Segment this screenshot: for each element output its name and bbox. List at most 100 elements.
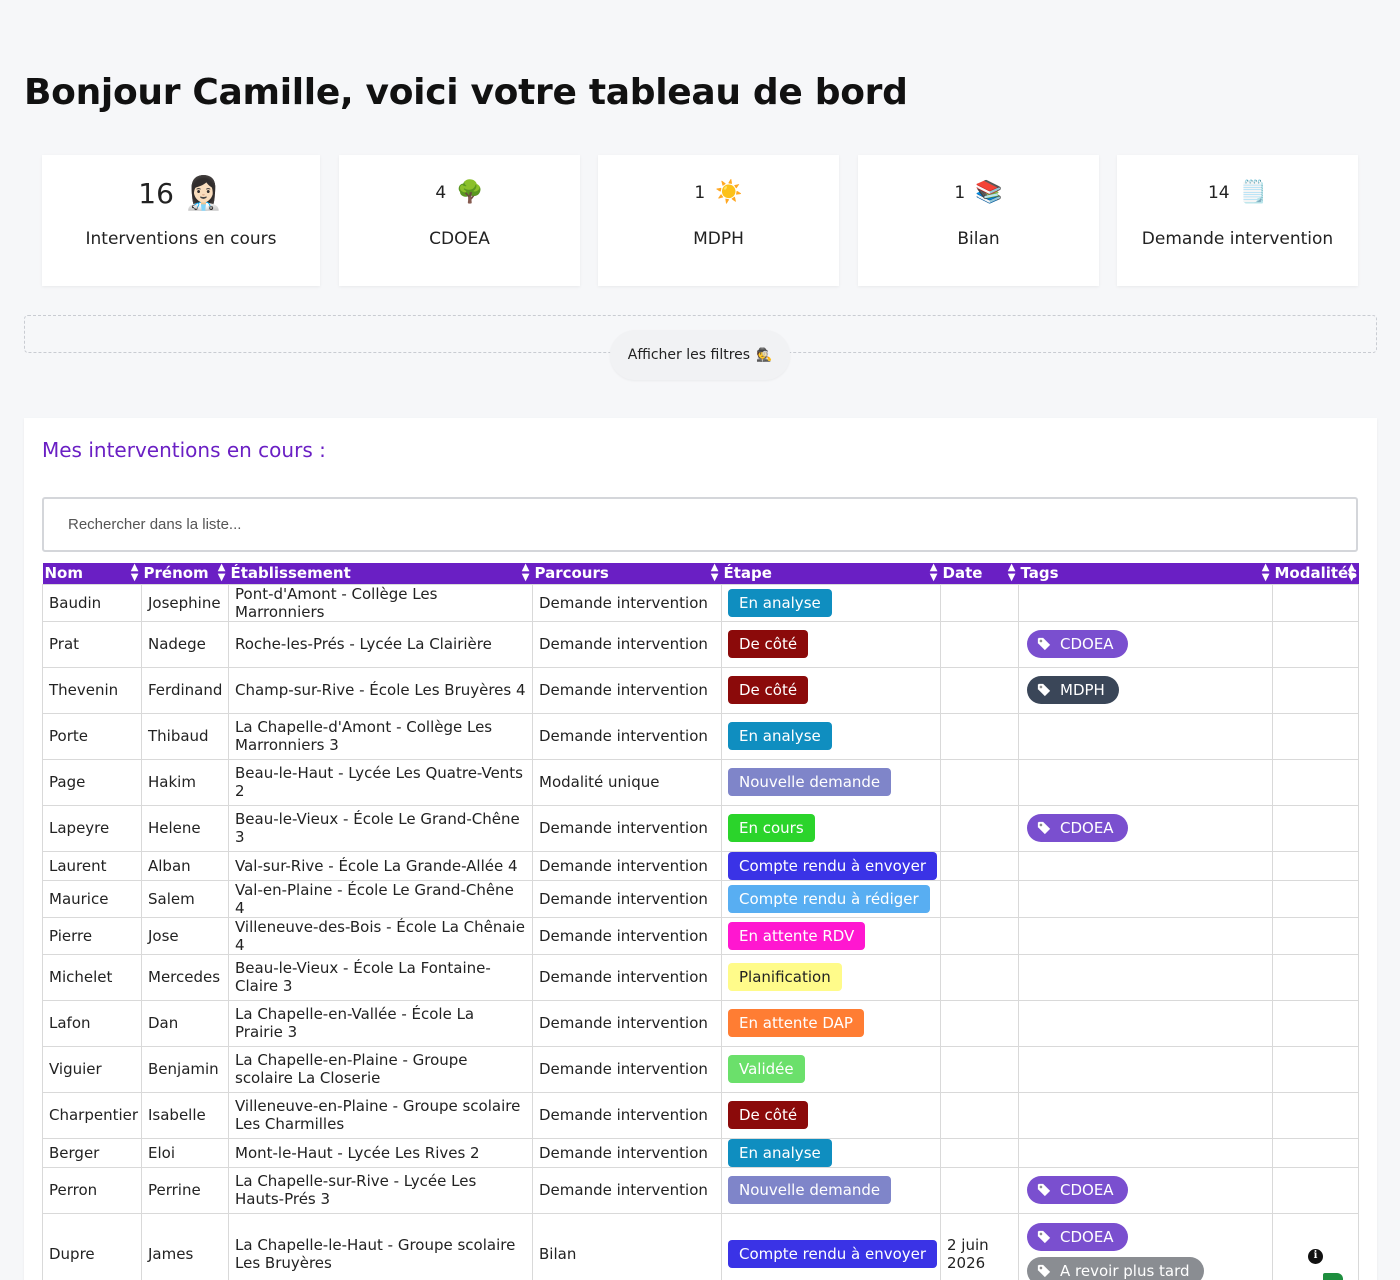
cell-etablissement: La Chapelle-le-Haut - Groupe scolaire Le… <box>228 1212 533 1280</box>
cell-nom: Maurice <box>42 879 142 918</box>
cell-parcours: Demande intervention <box>532 666 722 714</box>
cell-modalites <box>1272 1166 1359 1214</box>
cell-prenom: Eloi <box>141 1137 229 1168</box>
table-row[interactable]: Maurice Salem Val-en-Plaine - École Le Gra… <box>42 879 1359 918</box>
sort-icon[interactable]: ▲ ▼ <box>1262 563 1270 583</box>
tag-icon <box>1037 1264 1051 1278</box>
tag-pill[interactable]: MDPH <box>1027 676 1119 704</box>
etape-badge: Compte rendu à envoyer <box>728 852 938 879</box>
show-filters-button[interactable]: Afficher les filtres 🕵️ <box>610 330 790 380</box>
cell-tags <box>1018 758 1273 806</box>
cell-tags <box>1018 999 1273 1047</box>
stat-card-bilan[interactable]: 1 📚 Bilan <box>858 155 1099 286</box>
etape-badge: En attente RDV <box>728 921 866 950</box>
cell-nom: Viguier <box>42 1045 142 1093</box>
cell-prenom: Salem <box>141 879 229 918</box>
column-header-etape[interactable]: Étape ▲ ▼ <box>721 563 941 584</box>
tag-pill[interactable]: A revoir plus tard <box>1027 1257 1204 1280</box>
stat-card-demande[interactable]: 14 🗒️ Demande intervention <box>1117 155 1358 286</box>
cell-parcours: Demande intervention <box>532 1166 722 1214</box>
cell-etablissement: Beau-le-Vieux - École Le Grand-Chêne 3 <box>228 804 533 852</box>
doctor-icon: 👩🏻‍⚕️ <box>183 174 224 212</box>
etape-badge: Compte rendu à envoyer <box>728 1240 938 1268</box>
cell-nom: Pierre <box>42 916 142 955</box>
table-row[interactable]: Berger Eloi Mont-le-Haut - Lycée Les Rives… <box>42 1137 1359 1168</box>
table-row[interactable]: Perron Perrine La Chapelle-sur-Rive - Lycé… <box>42 1166 1359 1214</box>
sort-icon[interactable]: ▲ ▼ <box>1008 563 1016 583</box>
sort-icon[interactable]: ▲ ▼ <box>522 563 530 583</box>
table-row[interactable]: Dupre James La Chapelle-le-Haut - Groupe s… <box>42 1212 1359 1280</box>
tag-pill[interactable]: CDOEA <box>1027 1176 1128 1204</box>
table-row[interactable]: Thevenin Ferdinand Champ-sur-Rive - École … <box>42 666 1359 714</box>
cell-nom: Porte <box>42 712 142 760</box>
cell-date <box>940 879 1019 918</box>
table-row[interactable]: Charpentier Isabelle Villeneuve-en-Plaine … <box>42 1091 1359 1139</box>
table-row[interactable]: Lafon Dan La Chapelle-en-Vallée - École La… <box>42 999 1359 1047</box>
column-header-parcours[interactable]: Parcours ▲ ▼ <box>532 563 722 584</box>
cell-tags <box>1018 583 1273 622</box>
column-header-date[interactable]: Date ▲ ▼ <box>940 563 1019 584</box>
table-row[interactable]: Baudin Josephine Pont-d'Amont - Collège Le… <box>42 583 1359 622</box>
column-header-nom[interactable]: Nom ▲ ▼ <box>42 563 142 584</box>
column-header-modalites[interactable]: Modalités ▲ ▼ <box>1272 563 1359 584</box>
column-header-etablissement[interactable]: Établissement ▲ ▼ <box>228 563 533 584</box>
cell-parcours: Demande intervention <box>532 999 722 1047</box>
cell-parcours: Demande intervention <box>532 620 722 668</box>
cell-nom: Perron <box>42 1166 142 1214</box>
tag-pill[interactable]: CDOEA <box>1027 814 1128 842</box>
show-filters-label: Afficher les filtres <box>627 347 751 363</box>
table-row[interactable]: Lapeyre Helene Beau-le-Vieux - École Le Gr… <box>42 804 1359 852</box>
cell-etape: En cours <box>721 804 941 852</box>
cell-date <box>940 620 1019 668</box>
sort-icon[interactable]: ▲ ▼ <box>711 563 719 583</box>
cell-parcours: Demande intervention <box>532 1137 722 1168</box>
cell-tags: CDOEA A revoir plus tard <box>1018 1212 1273 1280</box>
column-header-prenom[interactable]: Prénom ▲ ▼ <box>141 563 229 584</box>
table-row[interactable]: Michelet Mercedes Beau-le-Vieux - École La… <box>42 953 1359 1001</box>
cell-etape: Nouvelle demande <box>721 758 941 806</box>
etape-badge: En analyse <box>728 1139 832 1166</box>
stat-label: MDPH <box>693 229 744 249</box>
cell-date <box>940 953 1019 1001</box>
cell-parcours: Demande intervention <box>532 804 722 852</box>
stat-card-cdoea[interactable]: 4 🌳 CDOEA <box>339 155 580 286</box>
cell-modalites <box>1272 1091 1359 1139</box>
cell-etape: En analyse <box>721 583 941 622</box>
table-row[interactable]: Laurent Alban Val-sur-Rive - École La Gran… <box>42 850 1359 881</box>
cell-nom: Prat <box>42 620 142 668</box>
stat-card-interventions[interactable]: 16 👩🏻‍⚕️ Interventions en cours <box>42 155 320 286</box>
column-header-tags[interactable]: Tags ▲ ▼ <box>1018 563 1273 584</box>
tag-pill[interactable]: CDOEA <box>1027 1223 1128 1251</box>
section-title: Mes interventions en cours : <box>42 438 326 462</box>
cell-etablissement: Beau-le-Haut - Lycée Les Quatre-Vents 2 <box>228 758 533 806</box>
cell-etape: En analyse <box>721 1137 941 1168</box>
info-icon[interactable]: i <box>1308 1248 1323 1264</box>
cell-tags <box>1018 1137 1273 1168</box>
cell-prenom: Nadege <box>141 620 229 668</box>
cell-nom: Thevenin <box>42 666 142 714</box>
cell-tags: CDOEA <box>1018 1166 1273 1214</box>
table-row[interactable]: Viguier Benjamin La Chapelle-en-Plaine - G… <box>42 1045 1359 1093</box>
tag-pill[interactable]: CDOEA <box>1027 630 1128 658</box>
cell-etape: Compte rendu à rédiger <box>721 879 941 918</box>
table-row[interactable]: Pierre Jose Villeneuve-des-Bois - École La… <box>42 916 1359 955</box>
sort-icon[interactable]: ▲ ▼ <box>131 563 139 583</box>
cell-date <box>940 666 1019 714</box>
sort-icon[interactable]: ▲ ▼ <box>930 563 938 583</box>
cell-date <box>940 1045 1019 1093</box>
sort-icon[interactable]: ▲ ▼ <box>218 563 226 583</box>
table-row[interactable]: Porte Thibaud La Chapelle-d'Amont - Collèg… <box>42 712 1359 760</box>
sort-icon[interactable]: ▲ ▼ <box>1348 563 1356 583</box>
cell-nom: Dupre <box>42 1212 142 1280</box>
cell-modalites <box>1272 1045 1359 1093</box>
search-input[interactable] <box>42 497 1358 552</box>
cell-modalites <box>1272 999 1359 1047</box>
tag-icon <box>1037 637 1051 651</box>
table-row[interactable]: Prat Nadege Roche-les-Prés - Lycée La Clai… <box>42 620 1359 668</box>
cell-prenom: Dan <box>141 999 229 1047</box>
cell-parcours: Demande intervention <box>532 953 722 1001</box>
stat-card-mdph[interactable]: 1 ☀️ MDPH <box>598 155 839 286</box>
excel-export-icon[interactable] <box>1323 1273 1343 1280</box>
cell-tags: CDOEA <box>1018 804 1273 852</box>
table-row[interactable]: Page Hakim Beau-le-Haut - Lycée Les Quatre… <box>42 758 1359 806</box>
